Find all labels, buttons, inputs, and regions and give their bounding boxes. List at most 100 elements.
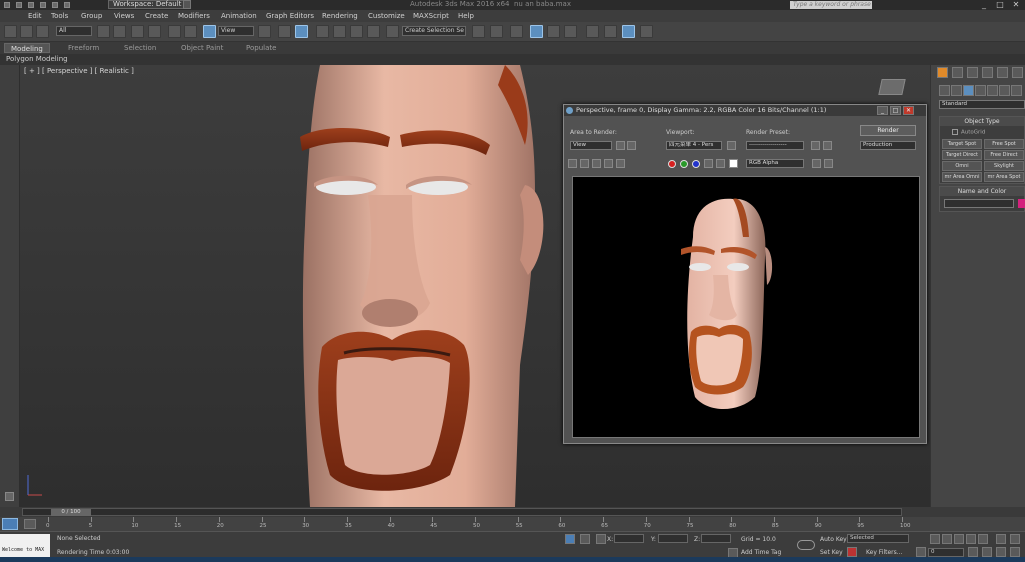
time-slider[interactable]: 0 / 100 [22, 508, 902, 516]
minimize-button[interactable]: _ [877, 106, 888, 115]
z-coordinate-field[interactable] [701, 534, 731, 543]
search-input[interactable]: Type a keyword or phrase [790, 1, 872, 9]
menu-customize[interactable]: Customize [368, 11, 405, 21]
free-direct-button[interactable]: Free Direct [984, 150, 1024, 160]
toggle-ui-overlay-icon[interactable] [812, 159, 821, 168]
scale-icon[interactable] [203, 25, 216, 38]
render-preset-dropdown[interactable]: ------------------- [746, 141, 804, 150]
toggle-ui-icon[interactable] [824, 159, 833, 168]
object-type-title[interactable]: Object Type [940, 117, 1024, 126]
select-by-name-icon[interactable] [113, 25, 126, 38]
menu-group[interactable]: Group [81, 11, 102, 21]
name-color-title[interactable]: Name and Color [940, 187, 1024, 196]
helpers-icon[interactable] [987, 85, 998, 96]
select-manipulate-icon[interactable] [278, 25, 291, 38]
background-swatch[interactable] [729, 159, 738, 168]
move-icon[interactable] [168, 25, 181, 38]
edit-region-icon[interactable] [616, 141, 625, 150]
previous-frame-icon[interactable] [942, 534, 952, 544]
curve-editor-icon[interactable] [547, 25, 560, 38]
minimize-button[interactable]: _ [978, 0, 990, 10]
next-frame-icon[interactable] [966, 534, 976, 544]
motion-tab-icon[interactable] [982, 67, 993, 78]
material-editor-icon[interactable] [586, 25, 599, 38]
geometry-icon[interactable] [939, 85, 950, 96]
clone-window-icon[interactable] [592, 159, 601, 168]
lock-icon[interactable] [727, 141, 736, 150]
zoom-icon[interactable] [996, 534, 1006, 544]
menu-animation[interactable]: Animation [221, 11, 257, 21]
auto-key-filter-dropdown[interactable]: Selected [847, 534, 909, 543]
menu-maxscript[interactable]: MAXScript [413, 11, 449, 21]
clear-icon[interactable] [616, 159, 625, 168]
time-slider-thumb[interactable]: 0 / 100 [51, 509, 91, 516]
display-tab-icon[interactable] [997, 67, 1008, 78]
save-icon[interactable] [28, 2, 34, 8]
red-channel-icon[interactable] [668, 160, 676, 168]
go-to-start-icon[interactable] [930, 534, 940, 544]
unlink-icon[interactable] [20, 25, 33, 38]
layer-manager-icon[interactable] [510, 25, 523, 38]
render-setup-icon[interactable] [811, 141, 820, 150]
absolute-transform-icon[interactable] [596, 534, 606, 544]
auto-key-button[interactable]: Auto Key [820, 536, 847, 543]
skylight-button[interactable]: Skylight [984, 161, 1024, 171]
selection-lock-icon[interactable] [580, 534, 590, 544]
modify-tab-icon[interactable] [952, 67, 963, 78]
viewport-layout-tab-icon[interactable] [2, 518, 18, 530]
play-icon[interactable] [954, 534, 964, 544]
tab-selection[interactable]: Selection [118, 43, 162, 53]
select-link-icon[interactable] [4, 25, 17, 38]
copy-image-icon[interactable] [580, 159, 589, 168]
lights-icon[interactable] [963, 85, 974, 96]
auto-region-icon[interactable] [627, 141, 636, 150]
blue-channel-icon[interactable] [692, 160, 700, 168]
free-spot-button[interactable]: Free Spot [984, 139, 1024, 149]
track-bar[interactable]: 0 5 10 15 20 25 30 35 40 45 50 55 60 65 70 75 80 85 90 95 10… [0, 517, 930, 531]
systems-icon[interactable] [1011, 85, 1022, 96]
key-mode-toggle-icon[interactable] [916, 547, 926, 557]
align-icon[interactable] [490, 25, 503, 38]
mr-area-spot-button[interactable]: mr Area Spot [984, 172, 1024, 182]
maximize-button[interactable]: □ [994, 0, 1006, 10]
target-spot-button[interactable]: Target Spot [942, 139, 982, 149]
tab-object-paint[interactable]: Object Paint [175, 43, 229, 53]
zoom-all-icon[interactable] [1010, 534, 1020, 544]
timeline-ruler[interactable]: 0 5 10 15 20 25 30 35 40 45 50 55 60 65 70 75 80 85 90 95 10… [46, 517, 911, 531]
render-button[interactable]: Render [860, 125, 916, 136]
menu-help[interactable]: Help [458, 11, 474, 21]
area-to-render-dropdown[interactable]: View [570, 141, 612, 150]
undo-icon[interactable] [40, 2, 46, 8]
open-icon[interactable] [16, 2, 22, 8]
light-category-dropdown[interactable]: Standard [939, 100, 1025, 109]
create-tab-icon[interactable] [937, 67, 948, 78]
render-mode-dropdown[interactable]: Production [860, 141, 916, 150]
spinner-snap-icon[interactable] [367, 25, 380, 38]
new-icon[interactable] [4, 2, 10, 8]
render-setup-icon[interactable] [604, 25, 617, 38]
maximize-viewport-icon[interactable] [1010, 547, 1020, 557]
time-configuration-icon[interactable] [968, 547, 978, 557]
save-image-icon[interactable] [568, 159, 577, 168]
expand-icon[interactable] [5, 492, 14, 501]
object-color-swatch[interactable] [1018, 199, 1025, 208]
rendered-frame-window-icon[interactable] [622, 25, 635, 38]
add-time-tag[interactable]: Add Time Tag [741, 549, 781, 556]
key-filters-button[interactable]: Key Filters... [866, 549, 903, 556]
scene-explorer-icon[interactable] [530, 25, 543, 38]
key-icon[interactable] [797, 540, 815, 550]
monochrome-icon[interactable] [716, 159, 725, 168]
close-button[interactable]: ✕ [903, 106, 914, 115]
menu-edit[interactable]: Edit [28, 11, 42, 21]
autogrid-checkbox[interactable]: AutoGrid [952, 129, 985, 136]
render-window-title-bar[interactable]: Perspective, frame 0, Display Gamma: 2.2… [564, 105, 926, 116]
display-channel-dropdown[interactable]: RGB Alpha [746, 159, 804, 168]
pivot-center-icon[interactable] [258, 25, 271, 38]
close-button[interactable]: ✕ [1010, 0, 1022, 10]
rectangular-selection-icon[interactable] [131, 25, 144, 38]
isolate-selection-icon[interactable] [565, 534, 575, 544]
named-selection-dropdown[interactable]: Create Selection Se [402, 26, 466, 36]
current-frame-field[interactable]: 0 [928, 548, 964, 557]
percent-snap-icon[interactable] [350, 25, 363, 38]
select-object-icon[interactable] [97, 25, 110, 38]
